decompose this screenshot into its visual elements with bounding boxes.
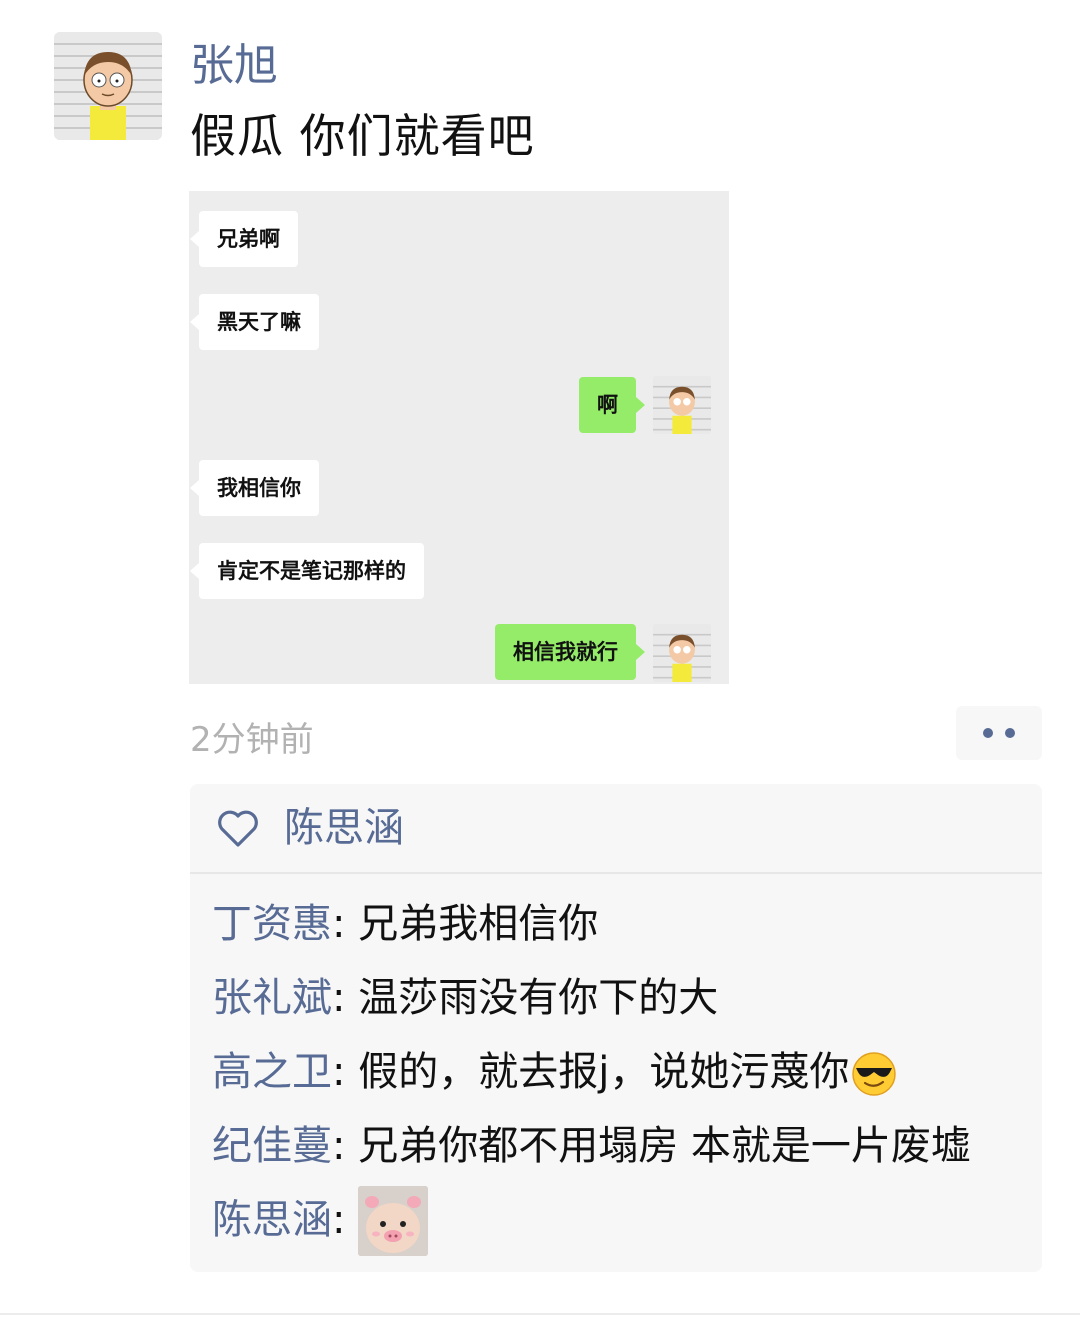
dot-icon [983,728,993,738]
comment-text: 兄弟我相信你 [358,901,599,947]
heart-outline-icon [218,810,258,847]
commenter-name[interactable]: 纪佳蔓 [212,1123,332,1169]
chat-bubble-sent: 相信我就行 [495,624,645,680]
commenter-name[interactable]: 陈思涵 [212,1197,332,1243]
divider [0,1313,1080,1315]
chat-bubble-sent: 啊 [579,377,645,433]
comment-row[interactable]: 高之卫: 假的，就去报j，说她污蔑你 [212,1046,897,1098]
likes-row: 陈思涵 [190,784,1042,874]
baby-pig-filter-sticker[interactable] [358,1186,428,1256]
liker-name[interactable]: 陈思涵 [284,802,404,854]
comment-row[interactable]: 丁资惠: 兄弟我相信你 [212,898,598,950]
comment-separator: : [332,1123,359,1169]
comment-row[interactable]: 纪佳蔓: 兄弟你都不用塌房 本就是一片废墟 [212,1120,971,1172]
commenter-name[interactable]: 张礼斌 [212,975,332,1021]
chat-bubble-received: 兄弟啊 [190,211,298,267]
post-image-chat-screenshot[interactable]: 兄弟啊 黑天了嘛 啊 我相信你 肯定不是笔记那样的 相信我就行 [189,191,729,684]
comment-separator: : [332,1049,359,1095]
sunglasses-smiley-icon [852,1052,897,1096]
chat-avatar-icon [653,624,711,682]
chat-bubble-received: 我相信你 [190,460,319,516]
comment-text: 温莎雨没有你下的大 [358,975,719,1021]
author-avatar[interactable] [54,32,162,140]
chat-bubble-received: 肯定不是笔记那样的 [190,543,424,599]
comment-row[interactable]: 陈思涵: [212,1194,345,1246]
comment-row[interactable]: 张礼斌: 温莎雨没有你下的大 [212,972,718,1024]
likes-comments-panel: 陈思涵 丁资惠: 兄弟我相信你 张礼斌: 温莎雨没有你下的大 高之卫: 假的，就… [190,784,1042,1272]
comment-text: 假的，就去报j，说她污蔑你 [358,1049,850,1095]
comment-text: 兄弟你都不用塌房 本就是一片废墟 [358,1123,971,1169]
comment-separator: : [332,1197,346,1243]
post-text: 假瓜 你们就看吧 [190,109,535,163]
chat-avatar-icon [653,376,711,434]
author-name[interactable]: 张旭 [190,38,278,94]
cartoon-boy-avatar-icon [54,32,162,140]
more-actions-button[interactable] [956,706,1042,760]
commenter-name[interactable]: 丁资惠 [212,901,332,947]
comment-separator: : [332,975,359,1021]
dot-icon [1005,728,1015,738]
commenter-name[interactable]: 高之卫 [212,1049,332,1095]
chat-bubble-received: 黑天了嘛 [190,294,319,350]
comment-separator: : [332,901,359,947]
post-time: 2分钟前 [190,720,314,760]
